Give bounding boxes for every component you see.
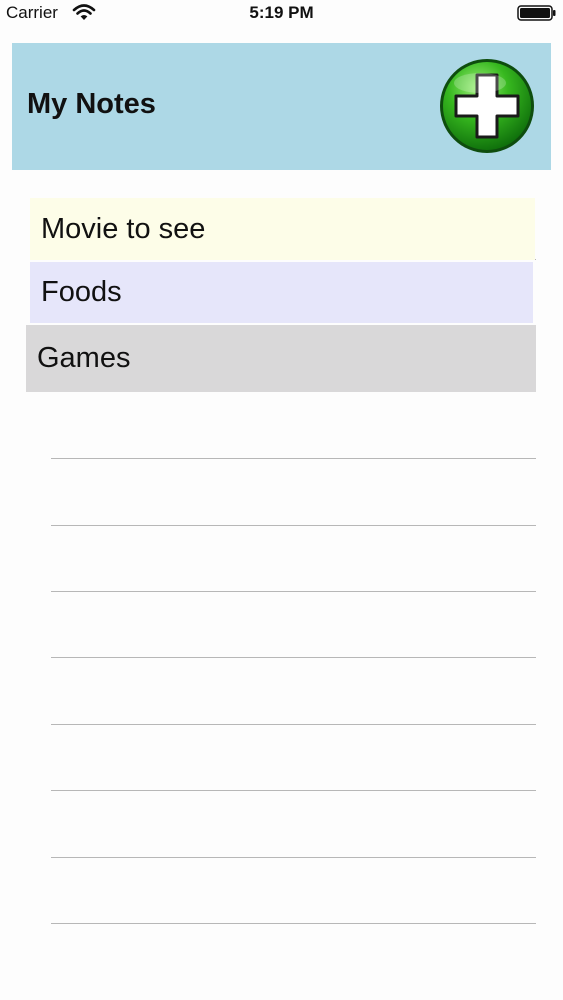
note-item-foods[interactable]: Foods: [30, 262, 533, 323]
page-title: My Notes: [27, 88, 156, 120]
row-separator: [51, 790, 536, 791]
note-label: Movie to see: [41, 212, 206, 245]
header-bar: My Notes: [12, 43, 551, 170]
row-separator: [51, 591, 536, 592]
row-separator: [51, 923, 536, 924]
note-item-games[interactable]: Games: [26, 325, 536, 392]
note-label: Games: [37, 342, 131, 374]
note-item-movie-to-see[interactable]: Movie to see: [30, 198, 535, 260]
row-separator: [51, 857, 536, 858]
row-separator: [51, 525, 536, 526]
battery-icon: [517, 5, 556, 21]
add-note-button[interactable]: [438, 57, 536, 155]
status-time: 5:19 PM: [249, 3, 314, 22]
status-bar: Carrier 5:19 PM: [0, 0, 563, 28]
row-separator: [51, 657, 536, 658]
note-label: Foods: [41, 276, 122, 308]
row-separator: [51, 724, 536, 725]
row-separator: [51, 458, 536, 459]
